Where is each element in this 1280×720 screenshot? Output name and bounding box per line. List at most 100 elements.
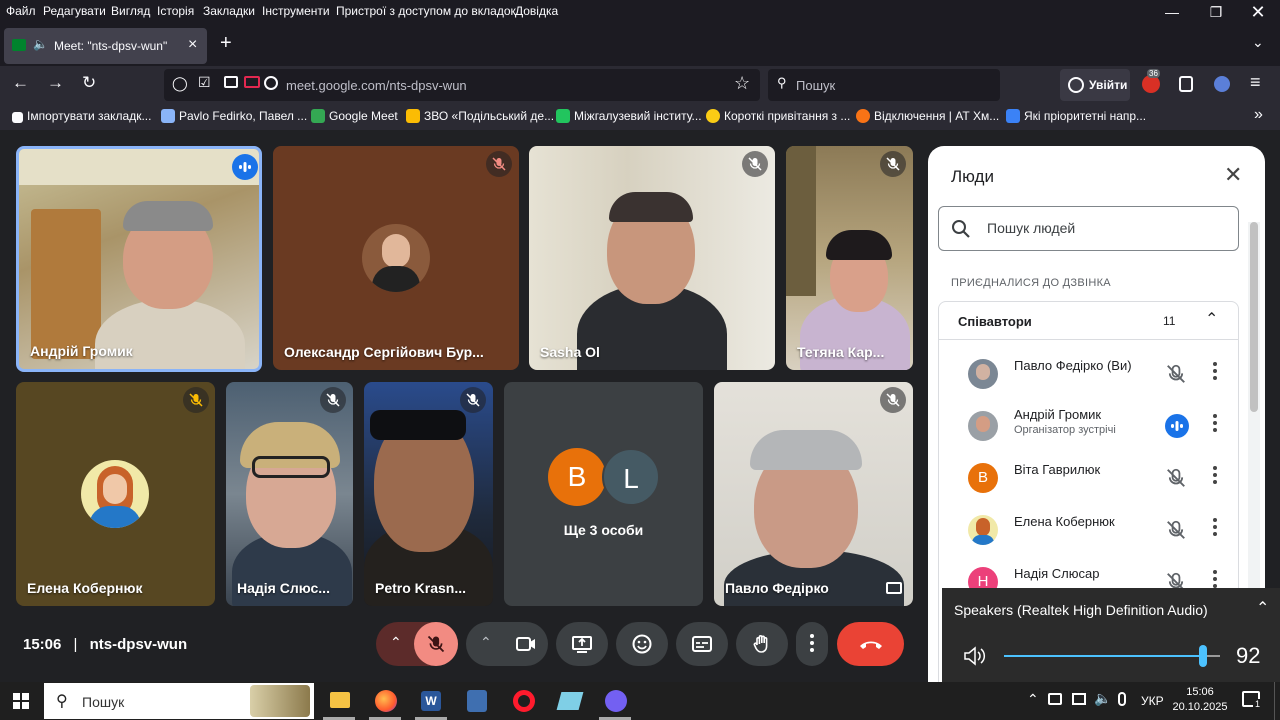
mic-off-icon[interactable] (1165, 363, 1187, 385)
forward-arrow-icon[interactable]: → (47, 73, 64, 93)
more-vert-icon[interactable] (1213, 362, 1217, 383)
camera-options-chevron-icon[interactable]: ⌃ (480, 634, 492, 651)
tray-app-icon[interactable] (1048, 693, 1062, 705)
speaker-icon[interactable]: 🔈 (33, 37, 48, 51)
menu-help[interactable]: Довідка (515, 4, 558, 18)
vpn-globe-icon[interactable] (1214, 76, 1230, 92)
camera-toggle-button[interactable] (504, 622, 548, 666)
shield-icon[interactable]: ◯ (172, 75, 188, 92)
url-bar[interactable]: ◯ ☑ meet.google.com/nts-dpsv-wun ☆ (164, 69, 760, 101)
bookmark-item[interactable]: Google Meet (311, 109, 398, 123)
volume-slider-track[interactable] (1004, 645, 1220, 667)
show-desktop-button[interactable] (1274, 682, 1280, 720)
tab-list-chevron-icon[interactable]: ⌄ (1252, 34, 1264, 51)
clock[interactable]: 15:06 20.10.2025 (1170, 685, 1230, 715)
tab-meet[interactable]: 🔈 Meet: "nts-dpsv-wun" × (4, 28, 207, 64)
participant-row[interactable]: Павло Федірко (Ви) (939, 348, 1239, 400)
volume-tray-icon[interactable]: 🔈 (1094, 690, 1111, 707)
menu-edit[interactable]: Редагувати (43, 4, 106, 18)
bookmark-star-icon[interactable]: ☆ (734, 73, 750, 94)
new-tab-button[interactable]: + (220, 32, 232, 55)
expand-devices-chevron-icon[interactable]: ⌃ (1256, 598, 1269, 618)
tab-close-icon[interactable]: × (188, 36, 197, 54)
viber-icon[interactable] (605, 690, 627, 712)
window-close-button[interactable]: ✕ (1236, 2, 1280, 22)
captions-button[interactable] (676, 622, 728, 666)
minimize-button[interactable]: — (1150, 2, 1194, 22)
bookmark-item[interactable]: Міжгалузевий інститу... (556, 109, 702, 123)
menu-history[interactable]: Історія (157, 4, 194, 18)
lock-icon[interactable]: ☑ (198, 74, 211, 91)
mic-toggle-button[interactable] (414, 622, 458, 666)
reactions-button[interactable] (616, 622, 668, 666)
signin-button[interactable]: Увійти (1060, 69, 1130, 101)
overflow-tile[interactable]: B L Ще 3 особи (504, 382, 703, 606)
present-button[interactable] (556, 622, 608, 666)
people-search-input[interactable]: Пошук людей (938, 206, 1239, 251)
glasses (370, 410, 466, 440)
scrollbar-thumb[interactable] (1250, 222, 1258, 412)
mic-off-icon[interactable] (1165, 467, 1187, 489)
menu-devices[interactable]: Пристрої з доступом до вкладок (336, 4, 516, 18)
calculator-icon[interactable] (467, 690, 487, 712)
speaker-volume-icon[interactable] (962, 645, 988, 667)
language-indicator[interactable]: УКР (1141, 694, 1164, 708)
word-icon[interactable]: W (421, 691, 441, 711)
volume-slider-thumb[interactable] (1198, 645, 1207, 667)
bookmark-item[interactable]: Короткі привітання з ... (706, 109, 850, 123)
menu-view[interactable]: Вигляд (111, 4, 150, 18)
video-tile[interactable]: Павло Федірко (714, 382, 913, 606)
bookmark-item[interactable]: Які пріоритетні напр... (1006, 109, 1146, 123)
bookmark-item[interactable]: Pavlo Fedirko, Павел ... (161, 109, 307, 123)
participant-row[interactable]: В Віта Гаврилюк (939, 452, 1239, 504)
windows-start-icon[interactable] (13, 693, 29, 709)
more-vert-icon[interactable] (1213, 466, 1217, 487)
video-tile[interactable]: Sasha Ol (529, 146, 775, 370)
collapse-chevron-icon[interactable]: ⌃ (1205, 309, 1218, 329)
more-options-button[interactable] (796, 622, 828, 666)
maximize-button[interactable]: ❐ (1194, 2, 1238, 22)
video-tile[interactable]: Олександр Сергійович Бур... (273, 146, 519, 370)
video-tile[interactable]: Petro Krasn... (364, 382, 493, 606)
video-tile[interactable]: Тетяна Кар... (786, 146, 913, 370)
permissions-icon[interactable] (224, 76, 238, 88)
extensions-icon[interactable] (1179, 76, 1193, 92)
more-vert-icon[interactable] (1213, 518, 1217, 539)
taskbar-search-box[interactable]: ⚲ Пошук (44, 683, 314, 719)
bookmark-item[interactable]: ЗВО «Подільський де... (406, 109, 554, 123)
video-tile[interactable]: Андрій Громик (16, 146, 262, 372)
back-arrow-icon[interactable]: ← (12, 73, 29, 93)
mic-options-chevron-icon[interactable]: ⌃ (390, 634, 402, 651)
app-icon[interactable] (556, 692, 584, 710)
web-search-box[interactable]: ⚲ Пошук (768, 69, 1000, 101)
camera-sharing-icon[interactable] (244, 76, 260, 88)
menu-file[interactable]: Файл (6, 4, 36, 18)
tracking-icon[interactable] (264, 76, 278, 90)
raise-hand-button[interactable] (736, 622, 788, 666)
network-icon[interactable] (1072, 693, 1086, 705)
pip-icon[interactable] (886, 582, 902, 594)
more-vert-icon[interactable] (1213, 414, 1217, 435)
bookmark-item[interactable]: Відключення | АТ Хм... (856, 109, 999, 123)
hamburger-menu-icon[interactable]: ≡ (1250, 72, 1261, 93)
menu-bookmarks[interactable]: Закладки (203, 4, 255, 18)
notifications-icon[interactable]: 1 (1242, 691, 1263, 709)
video-tile[interactable]: Елена Кобернюк (16, 382, 215, 606)
opera-icon[interactable] (513, 690, 535, 712)
group-header[interactable]: Співавтори 11 ⌃ (939, 302, 1238, 340)
firefox-icon[interactable] (375, 690, 397, 712)
participant-row[interactable]: Андрій Громик Організатор зустрічі (939, 400, 1239, 452)
close-panel-icon[interactable]: ✕ (1224, 162, 1242, 188)
tray-chevron-icon[interactable]: ⌃ (1027, 691, 1039, 708)
mic-off-icon[interactable] (1165, 519, 1187, 541)
microphone-icon[interactable] (1118, 692, 1126, 706)
reload-icon[interactable]: ↻ (82, 73, 96, 93)
video-tile[interactable]: Надія Слюс... (226, 382, 353, 606)
leave-call-button[interactable] (837, 622, 904, 666)
file-explorer-icon[interactable] (330, 692, 350, 708)
participant-row[interactable]: Елена Кобернюк (939, 504, 1239, 556)
adblock-icon[interactable]: 36 (1142, 69, 1160, 93)
menu-tools[interactable]: Інструменти (262, 4, 330, 18)
more-bookmarks-chevron-icon[interactable]: » (1254, 106, 1263, 124)
bookmark-item[interactable]: Імпортувати закладк... (12, 109, 151, 123)
